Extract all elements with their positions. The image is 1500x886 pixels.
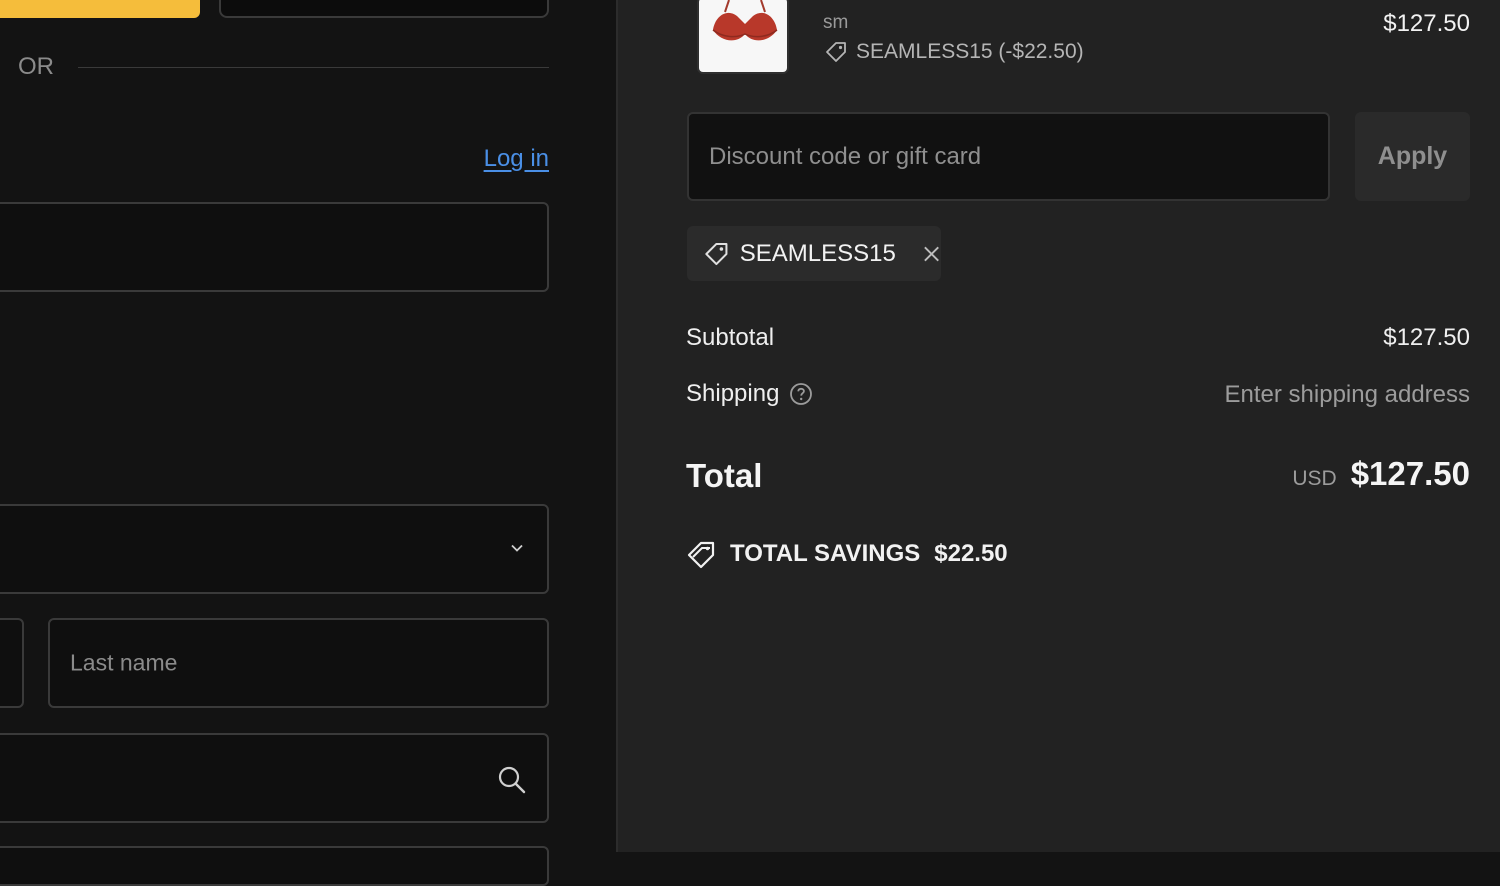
help-circle-icon[interactable] [789,382,813,406]
total-value-row: USD $127.50 [1292,455,1470,493]
discount-code-input[interactable]: Discount code or gift card [687,112,1330,201]
savings-tag-icon [687,541,715,569]
first-name-field[interactable] [0,618,24,708]
tag-icon [826,42,846,62]
subtotal-label: Subtotal [686,324,775,351]
subtotal-value: $127.50 [1383,324,1470,351]
product-image [712,0,778,41]
line-item-price: $127.50 [1383,10,1470,37]
chevron-down-icon [511,544,523,552]
discount-code-placeholder: Discount code or gift card [709,142,982,170]
divider-line [78,66,549,68]
total-label: Total [686,457,763,494]
address-field[interactable] [0,733,549,823]
close-icon[interactable] [922,244,941,264]
express-checkout-button-dark[interactable] [219,0,549,18]
product-variant: sm [823,12,849,33]
product-thumbnail [697,0,789,74]
or-label: OR [18,53,54,80]
last-name-field[interactable]: Last name [48,618,549,708]
shipping-row: Shipping [686,380,813,408]
or-divider: OR [18,52,549,82]
email-field[interactable] [0,202,549,292]
checkout-form-panel: OR Log in Last name [0,0,616,886]
line-item-discount: SEAMLESS15 (-$22.50) [824,40,1084,64]
shipping-label: Shipping [686,380,780,407]
express-checkout-button[interactable] [0,0,200,18]
search-icon [498,766,526,794]
applied-discount-chip: SEAMLESS15 [687,226,941,281]
line-item-discount-text: SEAMLESS15 (-$22.50) [856,40,1084,63]
country-select[interactable] [0,504,549,594]
total-value: $127.50 [1350,455,1470,492]
total-savings-value: $22.50 [934,540,1008,567]
login-link[interactable]: Log in [484,145,549,173]
shipping-value: Enter shipping address [1224,381,1470,408]
applied-discount-code: SEAMLESS15 [739,239,896,267]
tag-icon [705,242,728,265]
order-summary-panel: sm SEAMLESS15 (-$22.50) $127.50 Discount… [616,0,1500,852]
currency-label: USD [1292,467,1337,490]
next-field[interactable] [0,846,549,886]
total-savings: TOTAL SAVINGS $22.50 [686,538,1008,570]
last-name-placeholder: Last name [70,649,178,676]
total-savings-label: TOTAL SAVINGS [730,540,921,567]
apply-button[interactable]: Apply [1355,112,1470,201]
